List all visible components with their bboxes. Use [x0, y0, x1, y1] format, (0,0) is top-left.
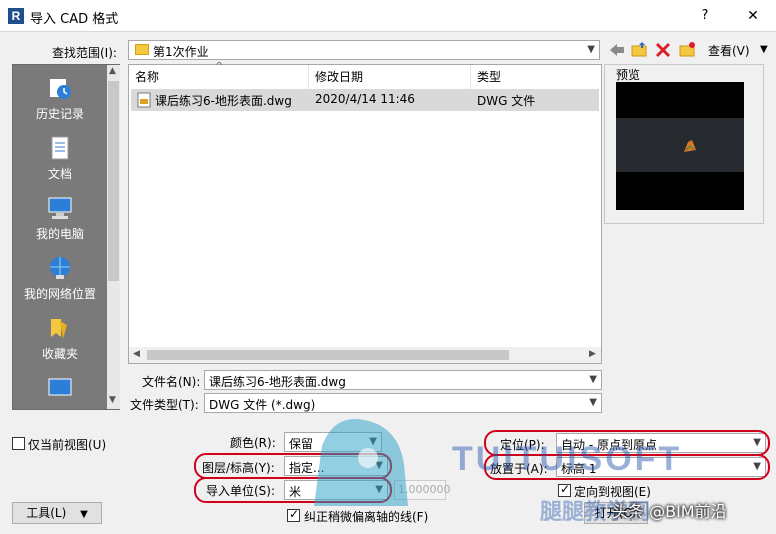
- hscroll-thumb[interactable]: [147, 350, 509, 360]
- back-icon[interactable]: [608, 41, 626, 59]
- documents-icon: [51, 136, 69, 160]
- current-view-only-label: 仅当前视图(U): [28, 438, 107, 452]
- favorites-icon: [51, 319, 67, 339]
- terrain-preview-icon: [684, 140, 696, 152]
- up-folder-icon[interactable]: [630, 41, 648, 59]
- scroll-right-icon[interactable]: ▶: [589, 349, 596, 359]
- place-label: 文档: [47, 167, 72, 181]
- correct-lines-checkbox[interactable]: ✓: [287, 507, 300, 522]
- column-date[interactable]: 修改日期: [309, 65, 471, 89]
- file-name: 课后练习6-地形表面.dwg: [155, 94, 292, 108]
- scroll-left-icon[interactable]: ◀: [133, 349, 140, 359]
- lookin-value: 第1次作业: [153, 45, 209, 59]
- chevron-down-icon: ▼: [587, 44, 595, 55]
- place-network[interactable]: 我的网络位置: [13, 255, 107, 302]
- place-label: 我的网络位置: [23, 287, 96, 301]
- sort-arrow-icon: ^: [215, 61, 224, 72]
- title-bar: R 导入 CAD 格式 ? ✕: [0, 0, 776, 32]
- place-label: 收藏夹: [41, 347, 78, 361]
- computer-icon: [48, 197, 72, 219]
- file-row[interactable]: 课后练习6-地形表面.dwg 2020/4/14 11:46 DWG 文件: [131, 89, 599, 111]
- place-favorites[interactable]: 收藏夹: [13, 315, 107, 362]
- help-button[interactable]: ?: [690, 4, 720, 28]
- watermark-credit: 头条 @BIM前沿: [612, 502, 727, 521]
- preview-image: [616, 82, 744, 210]
- filename-input[interactable]: 课后练习6-地形表面.dwg ▼: [204, 370, 602, 390]
- mascot-watermark-icon: [314, 419, 408, 506]
- tools-button-label: 工具(L): [26, 506, 67, 520]
- filetype-label: 文件类型(T):: [130, 398, 199, 412]
- preview-view-band: [616, 118, 744, 172]
- scroll-down-icon[interactable]: ▼: [109, 395, 116, 405]
- view-menu[interactable]: 查看(V): [708, 42, 750, 59]
- close-button[interactable]: ✕: [738, 4, 768, 28]
- place-history[interactable]: 历史记录: [13, 75, 107, 122]
- revit-app-icon: R: [8, 8, 24, 24]
- history-icon: [50, 79, 71, 99]
- color-label: 颜色(R):: [230, 436, 276, 450]
- file-type: DWG 文件: [477, 94, 536, 108]
- desktop-icon: [48, 378, 72, 396]
- place-desktop[interactable]: [13, 375, 107, 405]
- chevron-down-icon: ▼: [589, 374, 597, 385]
- places-bar: 历史记录 文档 我的电脑 我的网络位置 收藏夹 ▲ ▼: [12, 64, 120, 410]
- filename-label: 文件名(N):: [142, 375, 201, 389]
- lookin-combo[interactable]: 第1次作业 ▼: [128, 40, 600, 60]
- file-list[interactable]: 名称 ^ 修改日期 类型 课后练习6-地形表面.dwg 2020/4/14 11…: [128, 61, 602, 364]
- chevron-down-icon: ▼: [80, 509, 88, 520]
- scroll-up-icon[interactable]: ▲: [109, 66, 116, 76]
- delete-icon[interactable]: [654, 41, 672, 59]
- file-date: 2020/4/14 11:46: [315, 92, 415, 106]
- chevron-down-icon: ▼: [589, 397, 597, 408]
- place-computer[interactable]: 我的电脑: [13, 195, 107, 242]
- places-scrollbar[interactable]: ▲ ▼: [107, 65, 120, 409]
- folder-icon: [135, 44, 149, 55]
- lookin-label: 查找范围(I):: [52, 46, 117, 60]
- window-title: 导入 CAD 格式: [30, 12, 119, 27]
- new-folder-icon[interactable]: [678, 41, 696, 59]
- file-list-hscrollbar[interactable]: ◀ ▶: [129, 347, 601, 363]
- watermark-brand: TUITUISOFT: [452, 440, 683, 478]
- dwg-file-icon: [137, 92, 151, 108]
- current-view-only-checkbox[interactable]: [12, 437, 25, 450]
- tools-button[interactable]: 工具(L) ▼: [12, 502, 102, 524]
- place-label: 历史记录: [35, 107, 84, 121]
- network-icon: [50, 257, 70, 279]
- preview-label: 预览: [614, 66, 643, 83]
- checkmark-icon: ✓: [289, 507, 300, 521]
- place-label: 我的电脑: [35, 227, 84, 241]
- column-type[interactable]: 类型: [471, 65, 601, 89]
- filename-value: 课后练习6-地形表面.dwg: [209, 375, 346, 389]
- chevron-down-icon[interactable]: ▼: [760, 44, 768, 55]
- scroll-thumb[interactable]: [108, 81, 119, 281]
- place-documents[interactable]: 文档: [13, 135, 107, 182]
